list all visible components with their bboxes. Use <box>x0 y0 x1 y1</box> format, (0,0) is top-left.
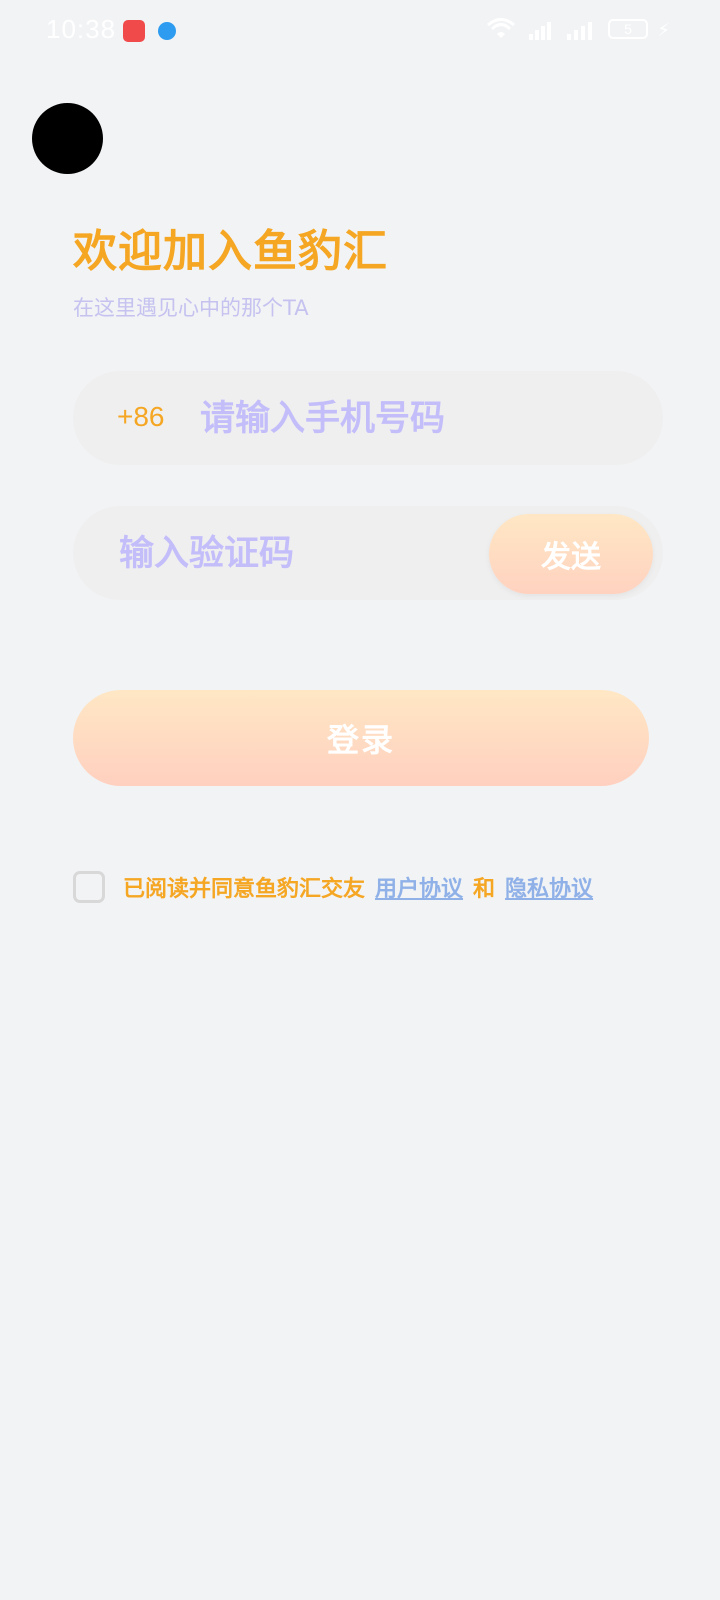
phone-field[interactable]: +86 <box>73 371 663 465</box>
user-agreement-link[interactable]: 用户协议 <box>375 871 463 903</box>
phone-input[interactable] <box>198 391 622 447</box>
page-title: 欢迎加入鱼豹汇 <box>73 226 388 277</box>
verification-code-input[interactable] <box>117 526 461 582</box>
battery-icon: 5 <box>608 19 648 39</box>
app-notification-icon <box>123 20 145 42</box>
privacy-policy-link[interactable]: 隐私协议 <box>505 871 593 903</box>
signal-icon <box>567 22 592 40</box>
agreement-checkbox[interactable] <box>73 871 105 903</box>
page-subtitle: 在这里遇见心中的那个TA <box>73 296 309 320</box>
browser-icon <box>158 22 176 40</box>
status-time: 10:38 <box>46 14 117 44</box>
verification-code-field[interactable]: 发送 <box>73 506 663 600</box>
login-button[interactable]: 登录 <box>73 690 649 786</box>
agreement-row: 已阅读并同意鱼豹汇交友 用户协议 和 隐私协议 <box>73 870 673 904</box>
signal-icon <box>529 22 551 40</box>
agreement-and-text: 和 <box>473 877 496 902</box>
charging-icon: ⚡ <box>657 20 670 41</box>
status-icons: 5 <box>486 18 670 40</box>
send-code-button[interactable]: 发送 <box>489 514 653 594</box>
avatar[interactable] <box>32 103 103 174</box>
country-code[interactable]: +86 <box>117 401 165 433</box>
status-bar: 10:38 5 ⚡ <box>0 0 720 64</box>
agreement-text: 已阅读并同意鱼豹汇交友 <box>123 877 366 902</box>
wifi-icon <box>487 18 515 38</box>
